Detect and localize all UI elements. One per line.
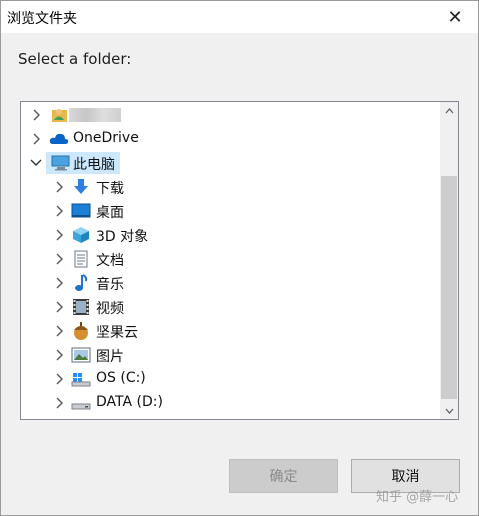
- tree-item-label: 视频: [96, 301, 124, 317]
- tree-item-user[interactable]: [21, 103, 435, 127]
- tree-item-nutstore[interactable]: 坚果云: [21, 319, 435, 343]
- dialog-title: 浏览文件夹: [7, 11, 77, 27]
- watermark: 知乎 @薛一心: [376, 490, 459, 505]
- tree-item-downloads[interactable]: 下载: [21, 175, 435, 199]
- music-icon: [73, 274, 91, 292]
- tree-item-music[interactable]: 音乐: [21, 271, 435, 295]
- scroll-down-button[interactable]: [440, 402, 458, 419]
- chevron-right-icon[interactable]: [54, 301, 66, 313]
- chevron-right-icon[interactable]: [54, 373, 66, 385]
- computer-icon: [51, 154, 70, 172]
- tree-item-label: 此电脑: [73, 157, 115, 173]
- 3d-objects-icon: [72, 226, 90, 244]
- tree-item-this-pc[interactable]: 此电脑: [21, 151, 435, 175]
- data-drive-icon: [71, 394, 91, 412]
- pictures-icon: [71, 346, 91, 364]
- title-bar[interactable]: 浏览文件夹 ✕: [1, 1, 478, 33]
- tree-item-desktop[interactable]: 桌面: [21, 199, 435, 223]
- chevron-right-icon[interactable]: [54, 229, 66, 241]
- chevron-right-icon[interactable]: [54, 325, 66, 337]
- tree-item-onedrive[interactable]: OneDrive: [21, 127, 435, 151]
- close-button[interactable]: ✕: [432, 1, 478, 33]
- cloud-icon: [48, 130, 69, 148]
- tree-item-data-drive[interactable]: DATA (D:): [21, 391, 435, 415]
- tree-item-label: 桌面: [96, 205, 124, 221]
- chevron-right-icon[interactable]: [54, 277, 66, 289]
- document-icon: [73, 250, 91, 268]
- chevron-up-icon: [445, 107, 453, 113]
- ok-button[interactable]: 确定: [229, 459, 338, 493]
- video-icon: [72, 298, 90, 316]
- vertical-scrollbar[interactable]: [440, 102, 458, 419]
- tree-item-os-drive[interactable]: OS (C:): [21, 367, 435, 391]
- download-icon: [72, 178, 90, 196]
- tree-item-label: 图片: [96, 349, 124, 365]
- select-folder-prompt: Select a folder:: [18, 50, 132, 68]
- chevron-right-icon[interactable]: [31, 133, 43, 145]
- chevron-right-icon[interactable]: [54, 205, 66, 217]
- folder-tree[interactable]: OneDrive 此电脑 下载 桌面 3D 对象 文档 音乐 视频 坚果云 图片…: [20, 101, 459, 420]
- tree-item-label: 下载: [96, 181, 124, 197]
- nutstore-icon: [71, 321, 89, 340]
- tree-item-pictures[interactable]: 图片: [21, 343, 435, 367]
- tree-item-label: DATA (D:): [96, 394, 163, 410]
- chevron-down-icon: [445, 408, 453, 414]
- chevron-right-icon[interactable]: [54, 181, 66, 193]
- blurred-user-name: [69, 108, 121, 122]
- user-folder-icon: [51, 106, 69, 124]
- tree-item-label: 文档: [96, 253, 124, 269]
- tree-item-documents[interactable]: 文档: [21, 247, 435, 271]
- os-drive-icon: [71, 370, 91, 388]
- tree-item-label: OneDrive: [73, 130, 139, 146]
- chevron-right-icon[interactable]: [54, 349, 66, 361]
- chevron-right-icon[interactable]: [54, 253, 66, 265]
- tree-item-label: OS (C:): [96, 370, 146, 386]
- close-icon: ✕: [447, 6, 463, 28]
- tree-item-3d-objects[interactable]: 3D 对象: [21, 223, 435, 247]
- chevron-right-icon[interactable]: [31, 109, 43, 121]
- browse-folder-dialog: 浏览文件夹 ✕ Select a folder: OneDrive 此电脑 下载…: [0, 0, 479, 516]
- tree-item-label: 3D 对象: [96, 229, 149, 245]
- desktop-icon: [71, 202, 91, 220]
- chevron-right-icon[interactable]: [54, 397, 66, 409]
- tree-item-label: 坚果云: [96, 325, 138, 341]
- scroll-up-button[interactable]: [440, 102, 458, 119]
- tree-item-label: 音乐: [96, 277, 124, 293]
- chevron-down-icon[interactable]: [30, 157, 42, 169]
- scrollbar-thumb[interactable]: [441, 176, 457, 399]
- tree-item-videos[interactable]: 视频: [21, 295, 435, 319]
